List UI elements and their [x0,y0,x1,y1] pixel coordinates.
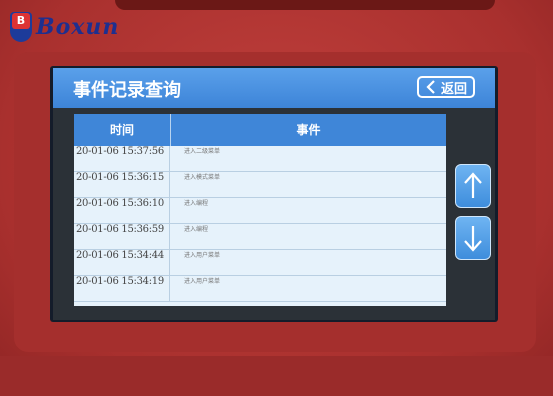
cell-time: 20-01-06 15:34:19 [76,276,170,302]
cell-event: 进入模式菜单 [184,174,221,181]
cell-event: 进入编程 [184,226,209,233]
cell-event: 进入编程 [184,200,209,207]
table-row[interactable]: 20-01-06 15:36:15 进入模式菜单 [74,172,446,198]
title-bar: 事件记录查询 返回 [53,68,495,108]
cell-time: 20-01-06 15:36:15 [76,172,170,198]
table-row[interactable]: 20-01-06 15:34:44 进入用户菜单 [74,250,446,276]
brand-logo: B Boxun [10,10,119,44]
table-row[interactable]: 20-01-06 15:34:19 进入用户菜单 [74,276,446,302]
table-header: 时间 事件 [74,114,446,146]
arrow-down-icon [464,226,482,252]
cell-time: 20-01-06 15:36:10 [76,198,170,224]
brand-mark-icon: B [10,12,32,42]
housing-notch [115,0,495,10]
scroll-down-button[interactable] [455,216,491,260]
cell-time: 20-01-06 15:37:56 [76,146,170,172]
housing-bottom [0,356,553,396]
brand-name: Boxun [36,14,120,40]
table-row[interactable]: 20-01-06 15:36:59 进入编程 [74,224,446,250]
back-button[interactable]: 返回 [417,76,475,98]
event-log-table: 时间 事件 20-01-06 15:37:56 进入二级菜单 20-01-06 … [74,114,446,306]
brand-mark-letter: B [12,13,30,29]
cell-event: 进入用户菜单 [184,252,221,259]
cell-time: 20-01-06 15:34:44 [76,250,170,276]
column-header-time: 时间 [74,114,171,146]
scroll-up-button[interactable] [455,164,491,208]
chevron-left-icon [426,80,435,94]
table-row[interactable]: 20-01-06 15:37:56 进入二级菜单 [74,146,446,172]
cell-time: 20-01-06 15:36:59 [76,224,170,250]
page-title: 事件记录查询 [73,80,181,101]
cell-event: 进入二级菜单 [184,148,221,155]
column-header-event: 事件 [296,123,321,137]
touch-screen: 事件记录查询 返回 时间 事件 20-01-06 15:37:56 进入二级菜单… [53,68,495,320]
arrow-up-icon [464,172,482,198]
cell-event: 进入用户菜单 [184,278,221,285]
table-row[interactable]: 20-01-06 15:36:10 进入编程 [74,198,446,224]
device-housing: B Boxun 事件记录查询 返回 时间 事件 20-01-06 15:37:5… [0,0,553,396]
back-button-label: 返回 [440,81,467,97]
